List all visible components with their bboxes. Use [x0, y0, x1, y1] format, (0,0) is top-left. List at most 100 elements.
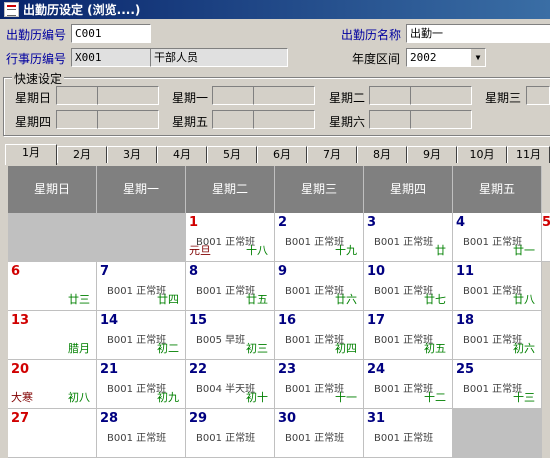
name-field[interactable]: 出勤一 [406, 24, 550, 43]
shift-label: B001 正常班 [374, 433, 434, 444]
code-field[interactable]: C001 [71, 24, 151, 43]
title-bar: 出勤历设定 (浏览....) [0, 0, 550, 19]
day-cell[interactable]: 30 B001 正常班 [275, 409, 364, 458]
quick-shift-code[interactable] [369, 86, 411, 105]
day-cell[interactable]: 24 B001 正常班 十二 [364, 360, 453, 409]
lunar-date: 廿三 [68, 293, 90, 306]
quick-day-label: 星期五 [172, 115, 209, 129]
dropdown-arrow-icon[interactable]: ▼ [470, 49, 485, 66]
tab-month-3[interactable]: 3月 [107, 146, 157, 163]
tab-month-8[interactable]: 8月 [357, 146, 407, 163]
day-number: 29 [189, 411, 208, 426]
day-number: 21 [100, 362, 119, 377]
lunar-date: 廿六 [335, 293, 357, 306]
year-select[interactable]: 2002 ▼ [406, 48, 486, 67]
day-number: 9 [278, 264, 288, 279]
day-cell[interactable]: 17 B001 正常班 初五 [364, 311, 453, 360]
day-number: 16 [278, 313, 297, 328]
quick-shift-name [97, 86, 159, 105]
tab-month-10[interactable]: 10月 [457, 146, 507, 163]
day-number: 17 [367, 313, 386, 328]
lunar-date: 十三 [513, 391, 535, 404]
day-cell[interactable]: 9 B001 正常班 廿六 [275, 262, 364, 311]
day-number: 13 [11, 313, 30, 328]
day-number: 3 [367, 215, 377, 230]
quick-shift-code[interactable] [56, 86, 98, 105]
day-cell[interactable]: 23 B001 正常班 十一 [275, 360, 364, 409]
day-number: 5 [542, 215, 550, 230]
lunar-date: 廿一 [513, 244, 535, 257]
day-number: 11 [456, 264, 475, 279]
tab-month-1[interactable]: 1月 [5, 144, 57, 165]
day-number: 18 [456, 313, 475, 328]
day-number: 23 [278, 362, 297, 377]
lunar-date: 十九 [335, 244, 357, 257]
lunar-date: 廿八 [513, 293, 535, 306]
day-cell[interactable]: 21 B001 正常班 初九 [97, 360, 186, 409]
quick-shift-code[interactable] [526, 86, 550, 105]
day-number: 2 [278, 215, 288, 230]
day-cell[interactable]: 22 B004 半天班 初十 [186, 360, 275, 409]
shift-label: B001 正常班 [196, 433, 256, 444]
day-cell[interactable]: 3 B001 正常班廿 [364, 213, 453, 262]
tab-month-6[interactable]: 6月 [257, 146, 307, 163]
calendar-field[interactable]: X001 [71, 48, 151, 67]
calendar-label: 行事历编号 [6, 52, 67, 66]
day-cell[interactable]: 27 [8, 409, 97, 458]
tab-month-2[interactable]: 2月 [57, 146, 107, 163]
tab-month-4[interactable]: 4月 [157, 146, 207, 163]
quick-shift-name [410, 86, 472, 105]
day-cell[interactable]: 13 腊月 [8, 311, 97, 360]
day-cell[interactable]: 14 B001 正常班 初二 [97, 311, 186, 360]
quick-shift-code[interactable] [369, 110, 411, 129]
weekday-header: 星期四 [364, 166, 453, 213]
day-cell[interactable]: 28 B001 正常班 [97, 409, 186, 458]
day-number: 22 [189, 362, 208, 377]
day-cell[interactable]: 20 初八 大寒 [8, 360, 97, 409]
day-cell[interactable]: 29 B001 正常班 [186, 409, 275, 458]
name-label: 出勤历名称 [341, 28, 402, 42]
shift-label: B001 正常班 [285, 433, 345, 444]
quick-shift-code[interactable] [212, 110, 254, 129]
day-cell[interactable]: 2 B001 正常班 十九 [275, 213, 364, 262]
day-number: 1 [189, 215, 199, 230]
quick-day-label: 星期一 [172, 91, 209, 105]
quick-shift-code[interactable] [212, 86, 254, 105]
day-cell[interactable]: 25 B001 正常班 十三 [453, 360, 542, 409]
shift-label: B001 正常班 [107, 433, 167, 444]
calendar-desc-field: 干部人员 [150, 48, 288, 67]
calendar-app-icon [4, 2, 19, 17]
day-number: 15 [189, 313, 208, 328]
lunar-date: 廿五 [246, 293, 268, 306]
weekday-header: 星期一 [97, 166, 186, 213]
day-cell[interactable]: 11 B001 正常班 廿八 [453, 262, 542, 311]
day-cell-partial[interactable]: 5 [542, 213, 550, 262]
tab-month-9[interactable]: 9月 [407, 146, 457, 163]
day-cell[interactable]: 18 B001 正常班 初六 [453, 311, 542, 360]
festival-label: 大寒 [11, 391, 33, 404]
quick-shift-code[interactable] [56, 110, 98, 129]
tab-month-11[interactable]: 11月 [507, 146, 550, 163]
day-cell[interactable]: 1 B001 正常班 十八 元旦 [186, 213, 275, 262]
day-cell[interactable]: 15 B005 早班 初三 [186, 311, 275, 360]
tab-month-7[interactable]: 7月 [307, 146, 357, 163]
day-number: 8 [189, 264, 199, 279]
day-cell[interactable]: 10 B001 正常班 廿七 [364, 262, 453, 311]
lunar-date: 十二 [424, 391, 446, 404]
day-cell[interactable]: 8 B001 正常班 廿五 [186, 262, 275, 311]
day-cell[interactable]: 6 廿三 [8, 262, 97, 311]
day-cell[interactable]: 31 B001 正常班 [364, 409, 453, 458]
lunar-date: 初五 [424, 342, 446, 355]
tab-month-5[interactable]: 5月 [207, 146, 257, 163]
empty-day-cell [453, 409, 542, 458]
day-cell[interactable]: 4 B001 正常班 廿一 [453, 213, 542, 262]
code-label: 出勤历编号 [6, 28, 67, 42]
day-number: 7 [100, 264, 110, 279]
day-cell[interactable]: 7 B001 正常班 廿四 [97, 262, 186, 311]
day-cell[interactable]: 16 B001 正常班 初四 [275, 311, 364, 360]
weekday-header: 星期二 [186, 166, 275, 213]
day-number: 10 [367, 264, 386, 279]
day-number: 30 [278, 411, 297, 426]
month-tabs: 1月 2月 3月 4月 5月 6月 7月 8月 9月 10月 11月 [0, 144, 550, 165]
quick-day-label: 星期日 [15, 91, 52, 105]
